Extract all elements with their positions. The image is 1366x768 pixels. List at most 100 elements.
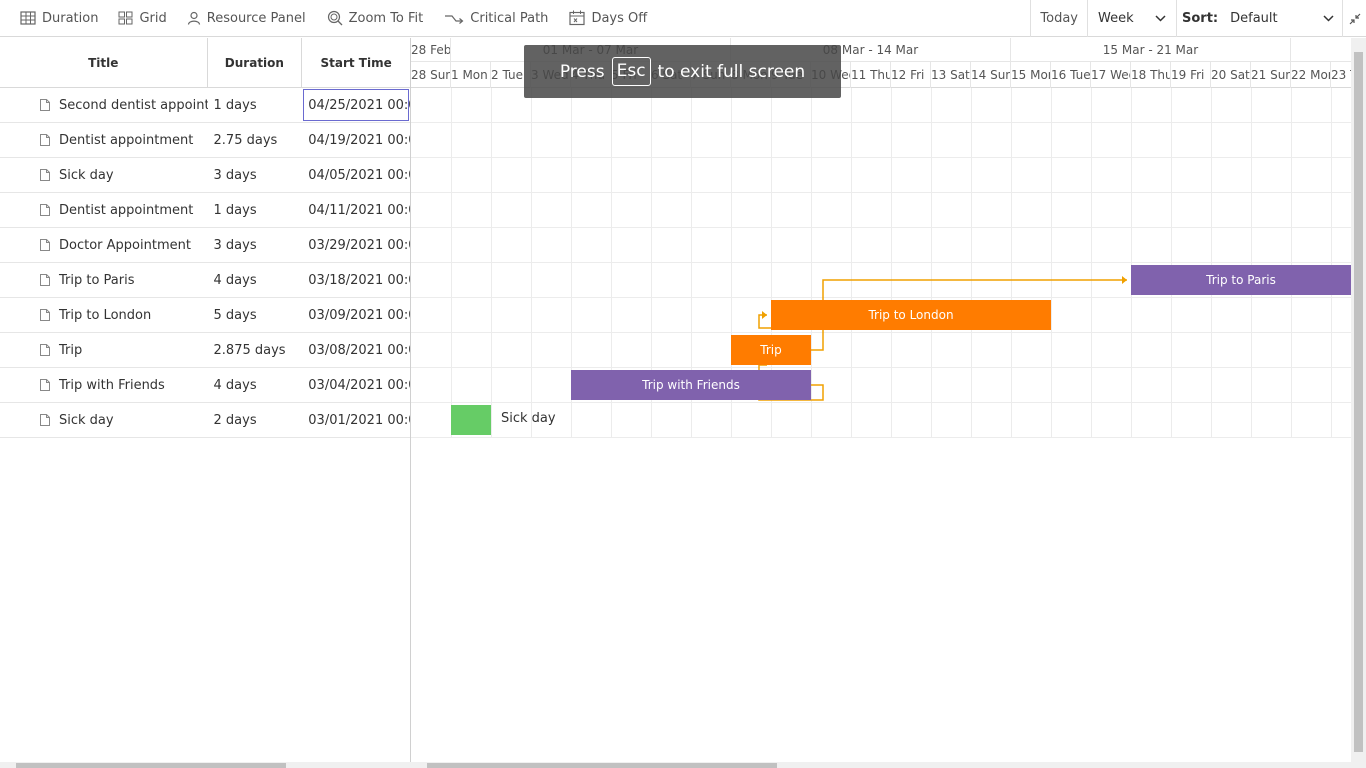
week-header-cell: 15 Mar - 21 Mar (1011, 38, 1291, 62)
vertical-scroll-thumb[interactable] (1354, 52, 1363, 752)
row-title: Dentist appointment (59, 132, 194, 148)
table-row[interactable]: Dentist appointment 2.75 days 04/19/2021 0… (0, 123, 410, 158)
timeline-row-line (411, 437, 1351, 438)
row-start-cell[interactable]: 03/18/2021 00:00 (302, 263, 410, 297)
table-row[interactable]: Trip 2.875 days 03/08/2021 00:00 (0, 333, 410, 368)
row-start: 03/29/2021 00:00 (308, 237, 410, 253)
table-row[interactable]: Trip with Friends 4 days 03/04/2021 00:00 (0, 368, 410, 403)
timeline-horizontal-scrollbar[interactable] (411, 762, 1351, 768)
row-title: Trip with Friends (59, 377, 165, 393)
timeline-row-line (411, 332, 1351, 333)
task-bar-trip-to-paris[interactable]: Trip to Paris (1131, 265, 1351, 295)
row-title-cell[interactable]: Trip with Friends (0, 378, 208, 393)
table-row[interactable]: Second dentist appointment1 days 04/25/20… (0, 88, 410, 123)
row-start-cell[interactable]: 03/08/2021 00:00 (302, 333, 410, 367)
timeline-gridline (931, 88, 932, 438)
row-title-cell[interactable]: Sick day (0, 413, 208, 428)
task-grid: Title Duration Start Time Second dentist… (0, 38, 411, 768)
row-title: Sick day (59, 167, 114, 183)
grid-button[interactable]: Grid (106, 0, 174, 37)
column-header-duration[interactable]: Duration (208, 38, 303, 87)
row-title-cell[interactable]: Dentist appointment (0, 133, 208, 148)
task-bar-trip[interactable]: Trip (731, 335, 811, 365)
row-start: 03/09/2021 00:00 (308, 307, 410, 323)
column-header-title[interactable]: Title (0, 38, 208, 87)
view-select[interactable]: Week (1087, 0, 1176, 37)
calendar-off-icon (569, 10, 586, 26)
row-start-cell[interactable]: 04/19/2021 00:00 (302, 123, 410, 157)
today-button[interactable]: Today (1030, 0, 1087, 37)
row-duration-cell[interactable]: 2 days (208, 413, 303, 428)
timeline-row-line (411, 402, 1351, 403)
sort-select[interactable]: Sort: Default (1176, 0, 1342, 37)
row-start-cell[interactable]: 04/05/2021 00:00 (302, 158, 410, 192)
table-row[interactable]: Trip to London 5 days 03/09/2021 00:00 (0, 298, 410, 333)
timeline-gridline (531, 88, 532, 438)
grid-horizontal-scrollbar[interactable] (0, 762, 411, 768)
row-title-cell[interactable]: Trip to London (0, 308, 208, 323)
row-duration-cell[interactable]: 2.875 days (208, 343, 303, 358)
timeline-gridline (891, 88, 892, 438)
document-icon (40, 379, 50, 391)
row-duration-cell[interactable]: 2.75 days (208, 133, 303, 148)
timeline-row-line (411, 157, 1351, 158)
timeline-scroll-thumb[interactable] (427, 763, 777, 768)
timeline-gridline (1091, 88, 1092, 438)
zoom-to-fit-button[interactable]: Zoom To Fit (314, 0, 432, 37)
days-off-button[interactable]: Days Off (556, 0, 655, 37)
row-title-cell[interactable]: Trip (0, 343, 208, 358)
row-title-cell[interactable]: Sick day (0, 168, 208, 183)
row-start-cell[interactable]: 03/04/2021 00:00 (302, 368, 410, 402)
table-row[interactable]: Sick day 3 days 04/05/2021 00:00 (0, 158, 410, 193)
row-start-cell[interactable]: 03/29/2021 00:00 (302, 228, 410, 262)
row-title-cell[interactable]: Dentist appointment (0, 203, 208, 218)
resource-panel-label: Resource Panel (206, 10, 306, 26)
day-header-cell: 20 Sat (1211, 62, 1251, 88)
critical-path-button[interactable]: Critical Path (431, 0, 556, 37)
row-duration-cell[interactable]: 1 days (208, 203, 303, 218)
row-start-cell[interactable]: 04/11/2021 00:00 (302, 193, 410, 227)
timeline-gridline (451, 88, 452, 438)
row-start: 04/19/2021 00:00 (308, 132, 410, 148)
row-duration-cell[interactable]: 1 days (208, 98, 303, 113)
vertical-scrollbar[interactable] (1351, 38, 1366, 768)
row-title-cell[interactable]: Trip to Paris (0, 273, 208, 288)
table-row[interactable]: Sick day 2 days 03/01/2021 00:00 (0, 403, 410, 438)
table-row[interactable]: Dentist appointment 1 days 04/11/2021 00:0… (0, 193, 410, 228)
timeline-gridline (1291, 88, 1292, 438)
resource-panel-button[interactable]: Resource Panel (175, 0, 314, 37)
row-start-cell[interactable]: 03/01/2021 00:00 (302, 403, 410, 437)
grid-scroll-thumb[interactable] (16, 763, 286, 768)
row-title: Trip to London (59, 307, 152, 323)
chevron-down-icon (1323, 15, 1334, 22)
exit-fullscreen-button[interactable] (1342, 0, 1366, 37)
day-header-cell: 23 Tue (1331, 62, 1351, 88)
task-bar-sick-day[interactable] (451, 405, 491, 435)
document-icon (40, 169, 50, 181)
row-start-cell[interactable]: 03/09/2021 00:00 (302, 298, 410, 332)
task-bar-trip-with-friends[interactable]: Trip with Friends (571, 370, 811, 400)
document-icon (40, 344, 50, 356)
row-start-cell[interactable]: 04/25/2021 00:00 (302, 88, 410, 122)
row-title-cell[interactable]: Second dentist appointment (0, 98, 208, 113)
table-row[interactable]: Trip to Paris 4 days 03/18/2021 00:00 (0, 263, 410, 298)
column-header-start-time[interactable]: Start Time (302, 38, 410, 87)
row-duration-cell[interactable]: 5 days (208, 308, 303, 323)
task-bar-label: Trip (760, 343, 782, 357)
task-bar-trip-to-london[interactable]: Trip to London (771, 300, 1051, 330)
row-title-cell[interactable]: Doctor Appointment (0, 238, 208, 253)
task-bar-label: Trip with Friends (642, 378, 740, 392)
timeline-gridline (851, 88, 852, 438)
row-duration-cell[interactable]: 4 days (208, 378, 303, 393)
row-duration-cell[interactable]: 3 days (208, 168, 303, 183)
timeline-row-line (411, 227, 1351, 228)
fullscreen-notice-text: to exit full screen (657, 61, 806, 82)
table-row[interactable]: Doctor Appointment 3 days 03/29/2021 00:00 (0, 228, 410, 263)
row-title: Second dentist appointment (59, 97, 208, 113)
row-duration-cell[interactable]: 3 days (208, 238, 303, 253)
duration-button[interactable]: Duration (0, 0, 106, 37)
timeline-gridline (1331, 88, 1332, 438)
timeline-row-line (411, 192, 1351, 193)
zoom-icon (327, 10, 343, 26)
row-duration-cell[interactable]: 4 days (208, 273, 303, 288)
